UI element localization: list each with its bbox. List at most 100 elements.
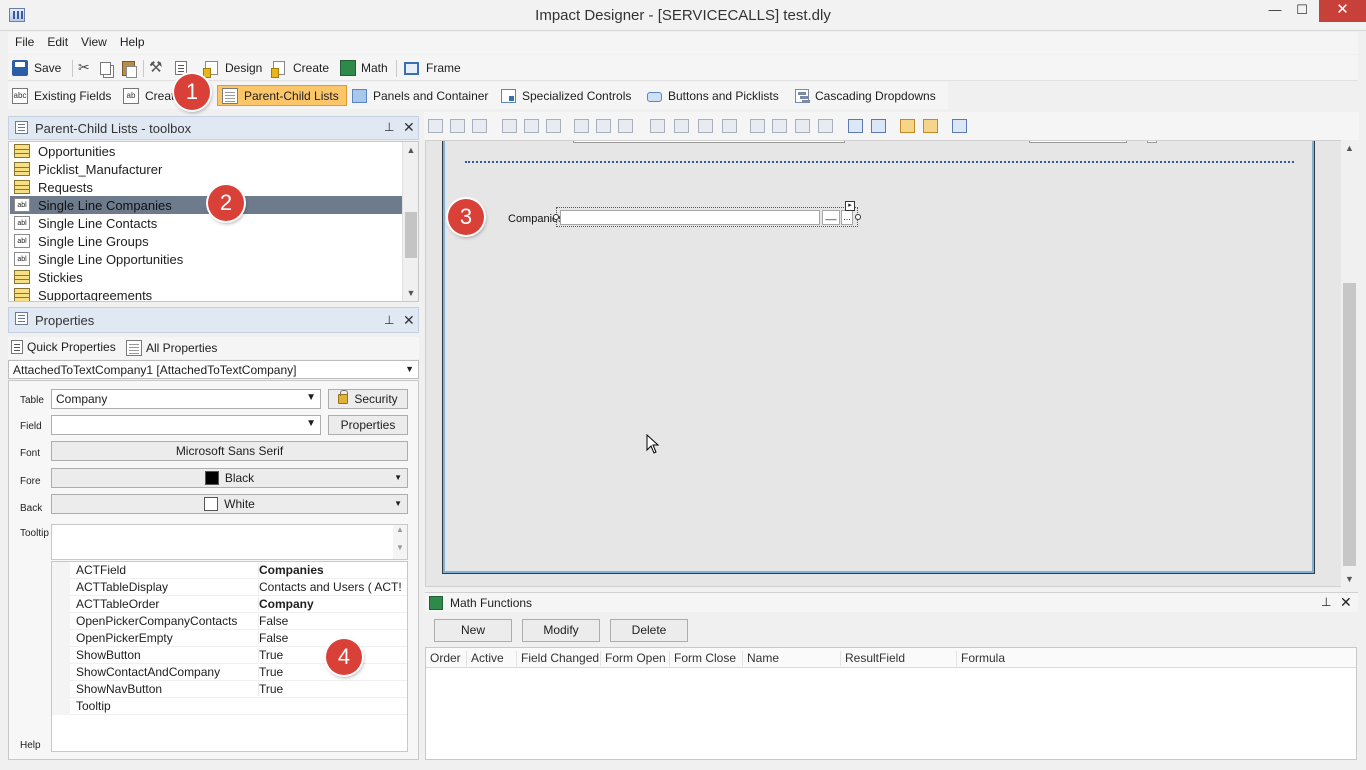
design-button[interactable]: Design [203, 59, 262, 78]
align-top-icon[interactable] [502, 119, 517, 133]
partial-field[interactable] [1029, 141, 1127, 143]
modify-button[interactable]: Modify [522, 619, 600, 642]
center-vertically-icon[interactable] [871, 119, 886, 133]
menu-view[interactable]: View [74, 32, 113, 49]
table-row[interactable]: ACTField Companies [52, 562, 407, 579]
create-button[interactable]: Create [271, 59, 329, 78]
remove-v-spacing-icon[interactable] [818, 119, 833, 133]
align-bottom-icon[interactable] [546, 119, 561, 133]
resize-handle-right[interactable] [855, 214, 861, 220]
increase-v-spacing-icon[interactable] [772, 119, 787, 133]
list-item[interactable]: Opportunities [10, 142, 403, 160]
table-row[interactable]: OpenPickerCompanyContacts False [52, 613, 407, 630]
column-header[interactable]: Name [742, 651, 779, 666]
delete-button[interactable]: Delete [610, 619, 688, 642]
list-item[interactable]: abl Single Line Opportunities [10, 250, 403, 268]
partial-field[interactable] [573, 141, 845, 143]
companies-field-selected[interactable]: __ ... ▸ [553, 201, 861, 227]
tools-button[interactable] [149, 58, 165, 77]
align-middle-icon[interactable] [524, 119, 539, 133]
resize-handle-left[interactable] [553, 214, 559, 220]
column-header[interactable]: ResultField [840, 651, 905, 666]
menu-edit[interactable]: Edit [40, 32, 74, 49]
table-row[interactable]: ACTTableOrder Company [52, 596, 407, 613]
same-width-icon[interactable] [596, 119, 611, 133]
scroll-down-icon[interactable]: ▼ [1341, 571, 1358, 587]
column-header[interactable]: Form Open [600, 651, 666, 666]
close-icon[interactable]: ✕ [403, 119, 415, 136]
tab-quick-properties[interactable]: Quick Properties [11, 340, 116, 354]
table-row[interactable]: ShowNavButton True [52, 681, 407, 698]
back-color-select[interactable]: White ▼ [51, 494, 408, 514]
align-center-icon[interactable] [450, 119, 465, 133]
form-surface[interactable]: Companies __ ... ▸ [442, 141, 1315, 574]
tab-create[interactable]: ab Creat [119, 85, 178, 106]
scroll-thumb[interactable] [1343, 283, 1356, 566]
column-header[interactable]: Order [426, 651, 461, 666]
increase-h-spacing-icon[interactable] [674, 119, 689, 133]
ellipsis-button[interactable]: ... [841, 210, 853, 225]
pin-icon[interactable]: ⊥ [1321, 595, 1331, 609]
copy-button[interactable] [100, 59, 111, 77]
column-header[interactable]: Field Changed [516, 651, 599, 666]
align-right-icon[interactable] [472, 119, 487, 133]
property-value[interactable]: False [258, 614, 407, 628]
fore-color-select[interactable]: Black ▼ [51, 468, 408, 488]
object-selector[interactable]: AttachedToTextCompany1 [AttachedToTextCo… [8, 360, 419, 379]
decrease-v-spacing-icon[interactable] [795, 119, 810, 133]
property-value[interactable]: Companies [258, 563, 407, 577]
center-horizontally-icon[interactable] [848, 119, 863, 133]
table-row[interactable]: Tooltip [52, 698, 407, 715]
send-to-back-icon[interactable] [923, 119, 938, 133]
properties-button[interactable]: Properties [328, 415, 408, 435]
maximize-button[interactable]: ☐ [1287, 0, 1317, 22]
list-item-selected[interactable]: abl Single Line Companies [10, 196, 403, 214]
minimize-button[interactable]: — [1260, 0, 1290, 22]
pin-icon[interactable]: ⊥ [384, 313, 394, 327]
frame-button[interactable]: Frame [404, 59, 461, 77]
align-left-icon[interactable] [428, 119, 443, 133]
close-icon[interactable]: ✕ [403, 312, 415, 329]
toolbox-scrollbar[interactable]: ▲ ▼ [402, 142, 418, 301]
column-header[interactable]: Form Close [669, 651, 736, 666]
menu-help[interactable]: Help [113, 32, 151, 49]
property-value[interactable]: True [258, 682, 407, 696]
remove-h-spacing-icon[interactable] [722, 119, 737, 133]
menu-file[interactable]: File [8, 32, 40, 49]
cut-button[interactable] [77, 59, 93, 77]
list-item[interactable]: abl Single Line Groups [10, 232, 403, 250]
scroll-down-icon[interactable]: ▼ [403, 285, 418, 301]
pin-icon[interactable]: ⊥ [384, 120, 394, 134]
font-button[interactable]: Microsoft Sans Serif [51, 441, 408, 461]
same-size-icon[interactable] [574, 119, 589, 133]
tab-order-icon[interactable] [952, 119, 967, 133]
list-item[interactable]: Picklist_Manufacturer [10, 160, 403, 178]
same-height-icon[interactable] [618, 119, 633, 133]
list-item[interactable]: Requests [10, 178, 403, 196]
table-row[interactable]: ACTTableDisplay Contacts and Users ( ACT! [52, 579, 407, 596]
column-header[interactable]: Active [466, 651, 504, 666]
table-select[interactable]: Company ▼ [51, 389, 321, 409]
companies-input[interactable] [560, 210, 820, 225]
bring-to-front-icon[interactable] [900, 119, 915, 133]
vertical-spacing-icon[interactable] [750, 119, 765, 133]
field-select[interactable]: ▼ [51, 415, 321, 435]
close-button[interactable]: ✕ [1319, 0, 1366, 22]
security-button[interactable]: Security [328, 389, 408, 409]
scroll-thumb[interactable] [405, 212, 417, 258]
column-header[interactable]: Formula [956, 651, 1005, 666]
tooltip-textarea[interactable]: ▲ ▼ [51, 524, 408, 560]
tab-panels-container[interactable]: Panels and Container [348, 85, 492, 106]
partial-checkbox[interactable] [1147, 141, 1157, 143]
scroll-up-icon[interactable]: ▲ [403, 142, 418, 158]
scroll-up-icon[interactable]: ▲ [1341, 140, 1358, 156]
tab-parent-child-lists[interactable]: Parent-Child Lists [217, 85, 347, 106]
property-value[interactable]: Company [258, 597, 407, 611]
new-button[interactable]: New [434, 619, 512, 642]
design-canvas[interactable]: Companies __ ... ▸ [425, 140, 1358, 587]
smart-tag-icon[interactable]: ▸ [845, 201, 855, 211]
property-value[interactable]: Contacts and Users ( ACT! [258, 580, 407, 594]
paste-button[interactable] [122, 59, 137, 78]
nav-button[interactable]: __ [822, 210, 840, 225]
math-button[interactable]: Math [340, 59, 388, 77]
